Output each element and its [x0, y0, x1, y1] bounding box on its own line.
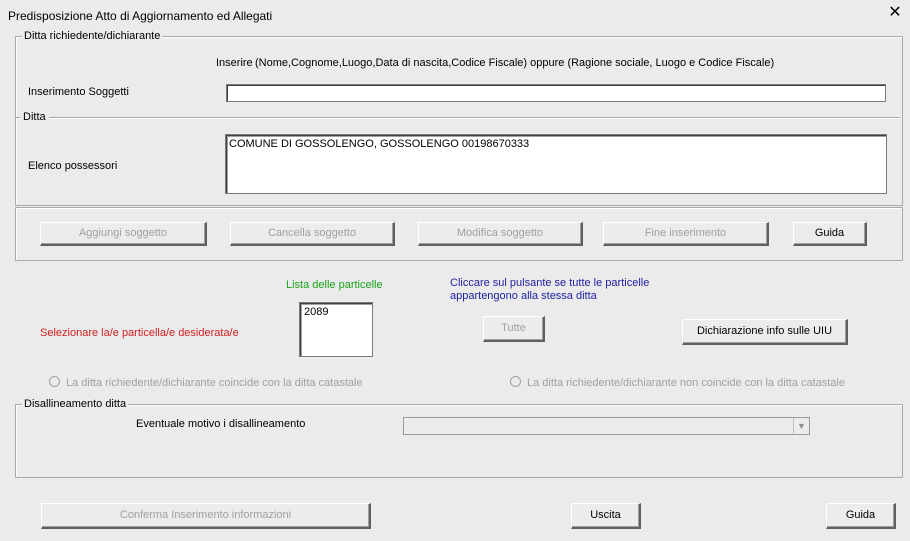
elenco-possessori-item[interactable]: COMUNE DI GOSSOLENGO, GOSSOLENGO 0019867…: [229, 138, 883, 150]
ditta-richiedente-legend: Ditta richiedente/dichiarante: [22, 30, 163, 42]
modifica-soggetto-button[interactable]: Modifica soggetto: [418, 222, 583, 246]
lista-particelle-label: Lista delle particelle: [286, 279, 383, 291]
particelle-list[interactable]: 2089: [299, 302, 373, 357]
radio-coincide-circle: [49, 376, 60, 387]
elenco-possessori-label: Elenco possessori: [28, 160, 118, 172]
chevron-down-icon[interactable]: ▼: [793, 418, 809, 434]
inserimento-soggetti-label: Inserimento Soggetti: [28, 86, 129, 98]
inserimento-soggetti-input[interactable]: [226, 84, 886, 102]
conferma-inserimento-button[interactable]: Conferma Inserimento informazioni: [41, 503, 371, 529]
close-icon[interactable]: ✕: [884, 2, 906, 24]
fine-inserimento-button[interactable]: Fine inserimento: [603, 222, 769, 246]
guida-bottom-button[interactable]: Guida: [826, 503, 896, 529]
aggiungi-soggetto-button[interactable]: Aggiungi soggetto: [40, 222, 207, 246]
tutte-button[interactable]: Tutte: [483, 316, 545, 342]
dichiarazione-info-uiu-button[interactable]: Dichiarazione info sulle UIU: [682, 319, 848, 345]
radio-non-coincide-circle: [510, 376, 521, 387]
info-line-1: Cliccare sul pulsante se tutte le partic…: [450, 277, 650, 289]
uscita-button[interactable]: Uscita: [571, 503, 641, 529]
radio-coincide-label: La ditta richiedente/dichiarante coincid…: [66, 377, 363, 389]
motivo-disallineamento-select[interactable]: ▼: [403, 417, 810, 435]
radio-non-coincide-label: La ditta richiedente/dichiarante non coi…: [527, 377, 845, 389]
window-title: Predisposizione Atto di Aggiornamento ed…: [8, 9, 273, 23]
ditta-legend: Ditta: [20, 111, 49, 123]
ditta-divider: [16, 117, 900, 119]
disallineamento-legend: Disallineamento ditta: [22, 398, 129, 410]
elenco-possessori-list[interactable]: COMUNE DI GOSSOLENGO, GOSSOLENGO 0019867…: [225, 134, 887, 194]
radio-non-coincide[interactable]: La ditta richiedente/dichiarante non coi…: [510, 376, 845, 389]
particella-item[interactable]: 2089: [304, 306, 368, 318]
hint-prefix: Inserire: [216, 57, 253, 69]
disallineamento-group: Disallineamento ditta: [15, 398, 903, 478]
hint-text: (Nome,Cognome,Luogo,Data di nascita,Codi…: [255, 57, 775, 69]
info-line-2: appartengono alla stessa ditta: [450, 290, 597, 302]
cancella-soggetto-button[interactable]: Cancella soggetto: [230, 222, 395, 246]
motivo-disallineamento-label: Eventuale motivo i disallineamento: [136, 418, 306, 430]
selezionare-particelle-label: Selezionare la/e particella/e desiderata…: [40, 327, 239, 339]
guida-top-button[interactable]: Guida: [793, 222, 867, 246]
radio-coincide[interactable]: La ditta richiedente/dichiarante coincid…: [49, 376, 363, 389]
